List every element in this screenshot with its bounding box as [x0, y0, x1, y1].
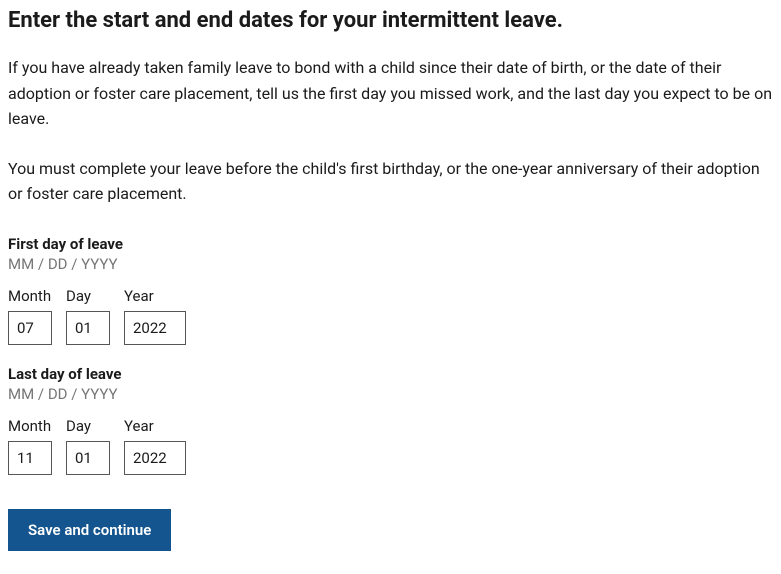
page-heading: Enter the start and end dates for your i…	[8, 8, 773, 33]
note-text: You must complete your leave before the …	[8, 156, 773, 207]
description-text: If you have already taken family leave t…	[8, 55, 773, 132]
last-day-year-label: Year	[124, 417, 186, 435]
last-day-month-field: Month	[8, 417, 52, 475]
first-day-month-label: Month	[8, 287, 52, 305]
first-day-month-field: Month	[8, 287, 52, 345]
last-day-day-field: Day	[66, 417, 110, 475]
first-day-month-input[interactable]	[8, 311, 52, 345]
first-day-day-label: Day	[66, 287, 110, 305]
first-day-year-input[interactable]	[124, 311, 186, 345]
first-day-day-input[interactable]	[66, 311, 110, 345]
last-day-hint: MM / DD / YYYY	[8, 385, 773, 403]
last-day-legend: Last day of leave	[8, 365, 773, 383]
first-day-legend: First day of leave	[8, 235, 773, 253]
first-day-year-label: Year	[124, 287, 186, 305]
last-day-day-label: Day	[66, 417, 110, 435]
last-day-month-label: Month	[8, 417, 52, 435]
last-day-date-row: Month Day Year	[8, 417, 773, 475]
save-and-continue-button[interactable]: Save and continue	[8, 509, 171, 551]
first-day-hint: MM / DD / YYYY	[8, 255, 773, 273]
last-day-fieldset: Last day of leave MM / DD / YYYY Month D…	[8, 365, 773, 475]
first-day-fieldset: First day of leave MM / DD / YYYY Month …	[8, 235, 773, 345]
first-day-date-row: Month Day Year	[8, 287, 773, 345]
first-day-year-field: Year	[124, 287, 186, 345]
last-day-year-field: Year	[124, 417, 186, 475]
last-day-month-input[interactable]	[8, 441, 52, 475]
last-day-year-input[interactable]	[124, 441, 186, 475]
last-day-day-input[interactable]	[66, 441, 110, 475]
first-day-day-field: Day	[66, 287, 110, 345]
